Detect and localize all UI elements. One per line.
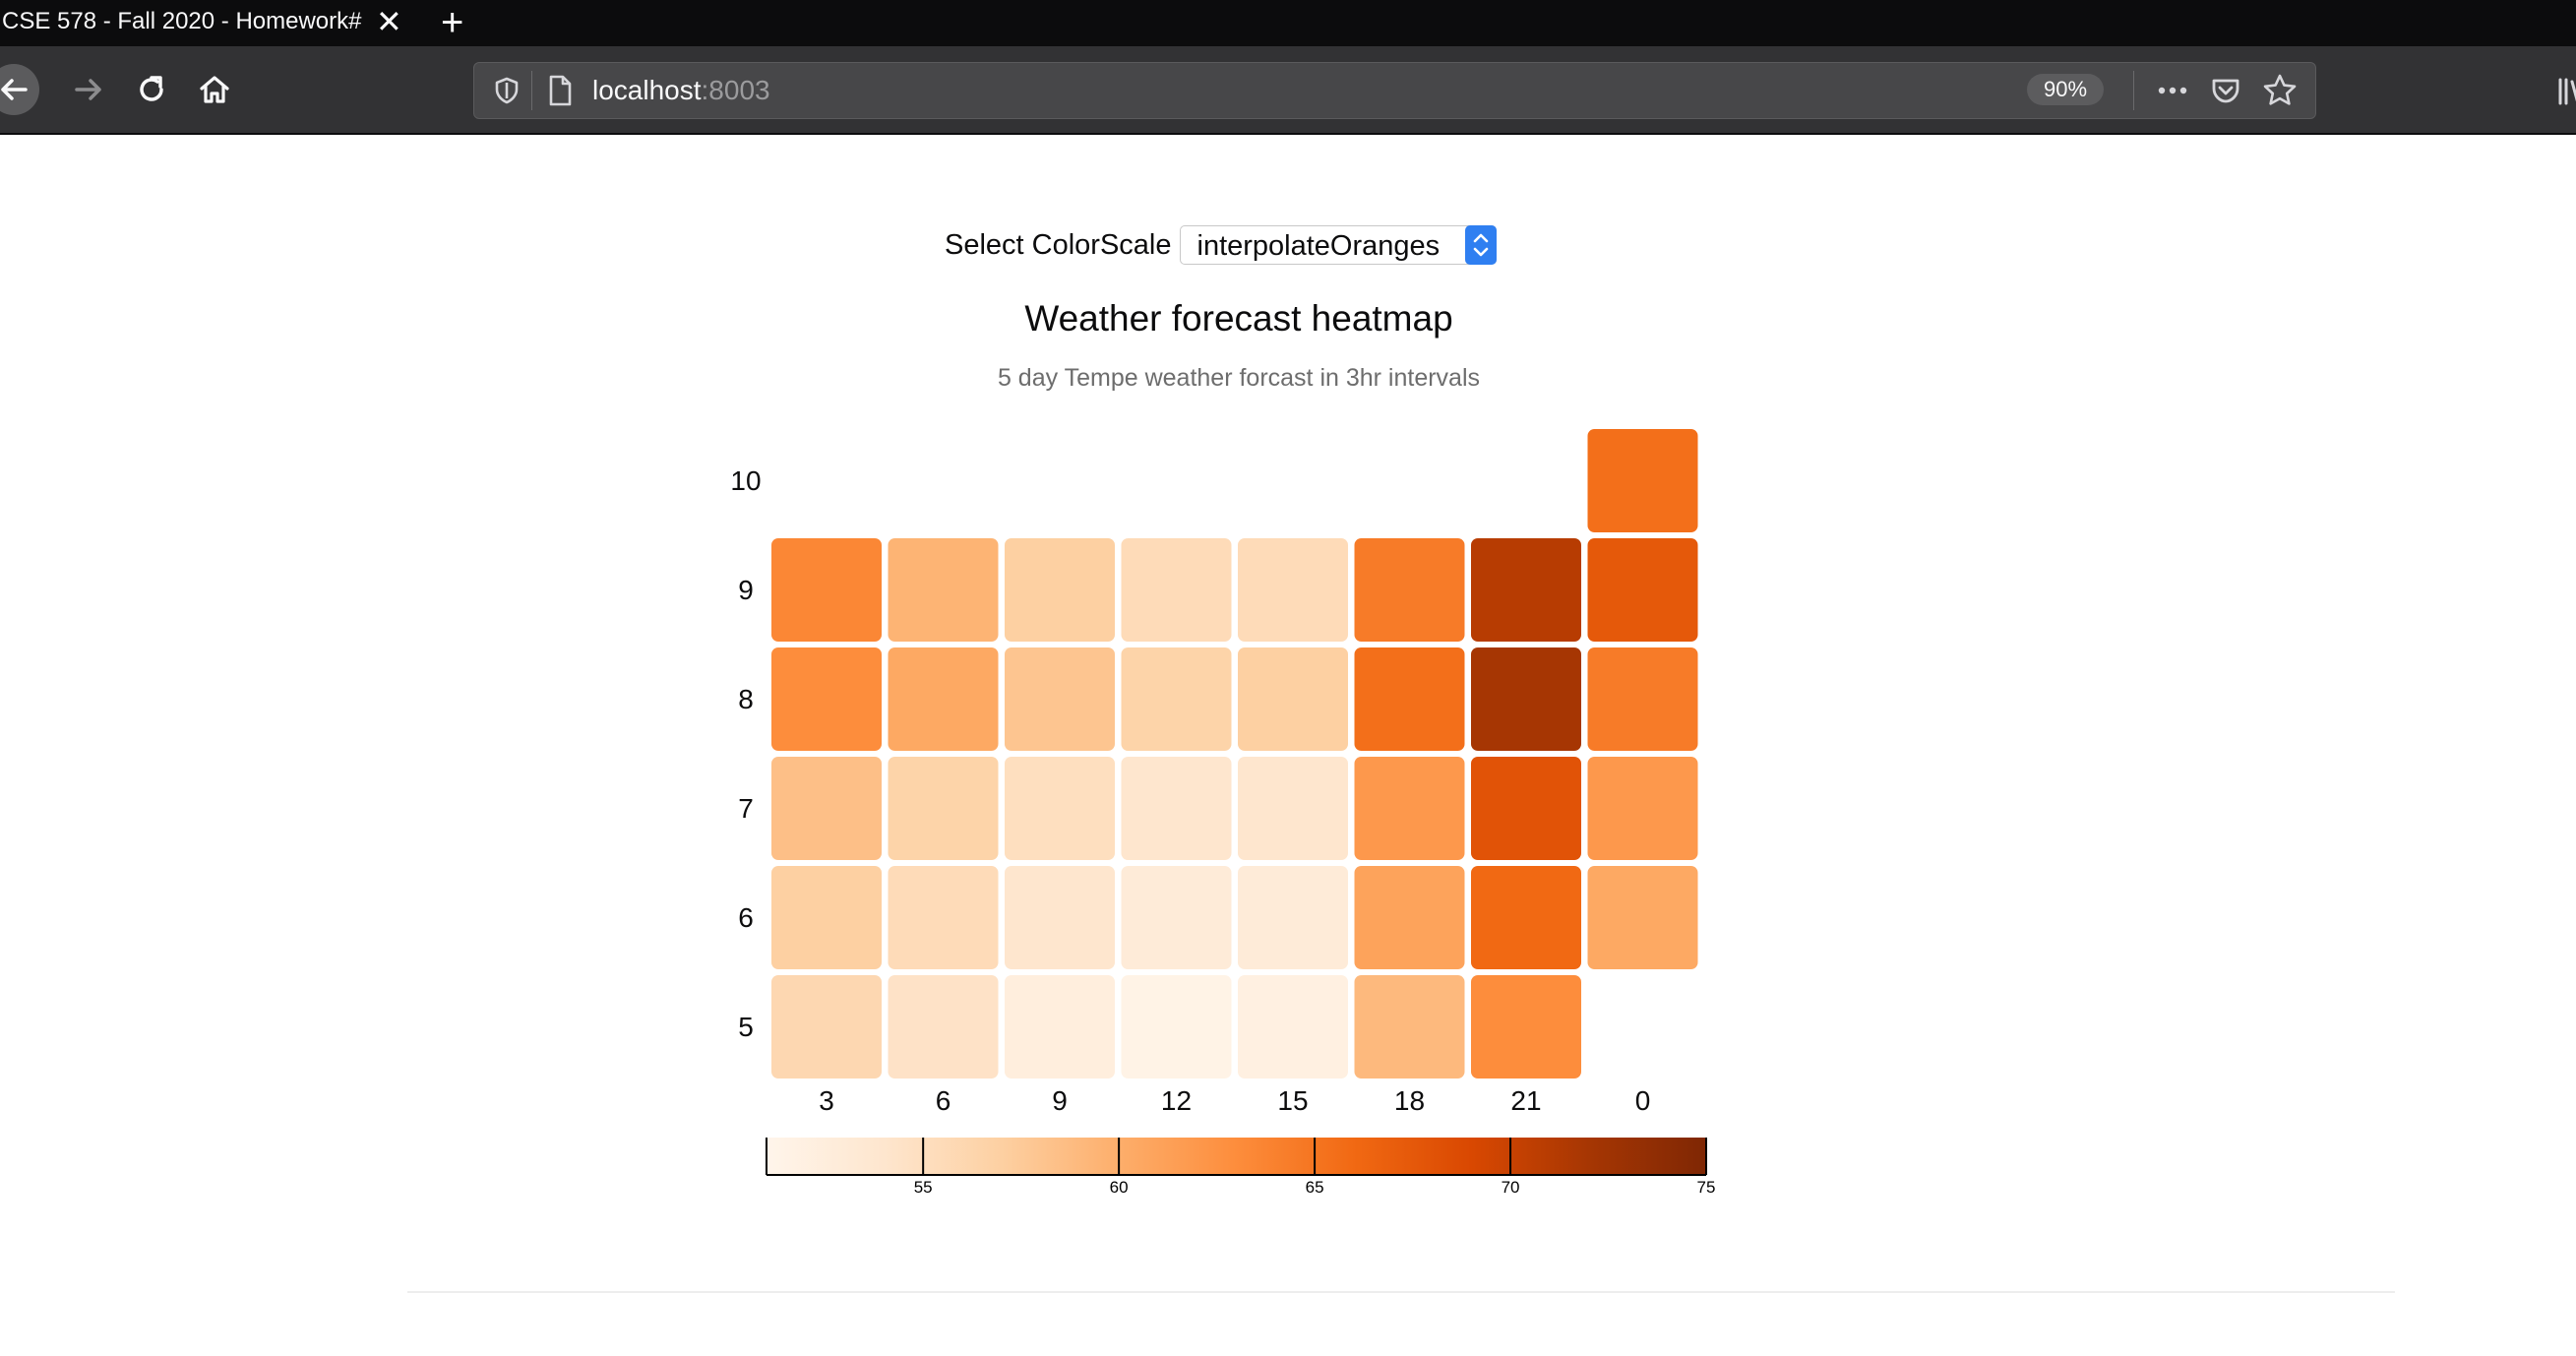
heatmap-cell xyxy=(1121,975,1232,1079)
y-axis-labels: 10 9 8 7 6 5 xyxy=(730,465,761,1042)
y-tick-label: 10 xyxy=(730,465,761,496)
heatmap-cell xyxy=(771,975,882,1079)
heatmap-cell xyxy=(1005,975,1115,1079)
heatmap-cell xyxy=(1005,538,1115,642)
heatmap-cell xyxy=(1587,538,1698,642)
heatmap-cell xyxy=(1471,866,1581,969)
heatmap-cell xyxy=(771,538,882,642)
heatmap-cell xyxy=(1471,757,1581,860)
heatmap-cells xyxy=(771,429,1698,1079)
heatmap-cell xyxy=(1354,757,1465,860)
heatmap-cell xyxy=(771,866,882,969)
heatmap-cell xyxy=(771,757,882,860)
y-tick-label: 5 xyxy=(738,1012,754,1042)
x-tick-label: 3 xyxy=(819,1085,834,1116)
heatmap-cell xyxy=(1238,647,1348,751)
legend-tick-label: 70 xyxy=(1502,1178,1520,1197)
heatmap-cell xyxy=(1587,429,1698,532)
heatmap-cell xyxy=(1354,975,1465,1079)
heatmap-cell xyxy=(1354,647,1465,751)
heatmap-cell xyxy=(888,757,999,860)
y-tick-label: 9 xyxy=(738,575,754,605)
heatmap-cell xyxy=(1354,866,1465,969)
x-axis-labels: 3 6 9 12 15 18 21 0 xyxy=(819,1085,1650,1116)
heatmap-cell xyxy=(1121,647,1232,751)
heatmap-cell xyxy=(1471,538,1581,642)
footer-divider xyxy=(407,1291,2395,1293)
y-tick-label: 6 xyxy=(738,902,754,933)
heatmap-cell xyxy=(1005,866,1115,969)
heatmap-cell xyxy=(1121,538,1232,642)
x-tick-label: 9 xyxy=(1052,1085,1068,1116)
heatmap-cell xyxy=(1587,866,1698,969)
heatmap-cell xyxy=(888,538,999,642)
heatmap-cell xyxy=(1471,975,1581,1079)
heatmap-cell xyxy=(888,975,999,1079)
y-tick-label: 8 xyxy=(738,684,754,714)
legend-tick-label: 75 xyxy=(1697,1178,1716,1197)
heatmap-cell xyxy=(1121,757,1232,860)
legend-tick-label: 60 xyxy=(1110,1178,1129,1197)
y-tick-label: 7 xyxy=(738,793,754,824)
heatmap-cell xyxy=(1471,647,1581,751)
x-tick-label: 15 xyxy=(1277,1085,1308,1116)
heatmap-cell xyxy=(1238,538,1348,642)
x-tick-label: 18 xyxy=(1394,1085,1425,1116)
legend-tick-label: 65 xyxy=(1306,1178,1324,1197)
heatmap-cell xyxy=(1005,647,1115,751)
heatmap-chart: 1098765 3 6 9 12 15 18 21 0 55 60 65 70 75 xyxy=(730,429,1716,1197)
heatmap-cell xyxy=(1238,866,1348,969)
heatmap-cell xyxy=(888,647,999,751)
x-tick-label: 0 xyxy=(1635,1085,1651,1116)
heatmap-cell xyxy=(1354,538,1465,642)
x-tick-label: 21 xyxy=(1510,1085,1541,1116)
legend-gradient-bar xyxy=(767,1138,1706,1175)
heatmap-cell xyxy=(1005,757,1115,860)
legend-tick-label: 55 xyxy=(914,1178,933,1197)
heatmap-cell xyxy=(1121,866,1232,969)
heatmap-cell xyxy=(1587,757,1698,860)
heatmap-cell xyxy=(1587,647,1698,751)
heatmap-cell xyxy=(771,647,882,751)
color-legend: 55 60 65 70 75 xyxy=(766,1138,1716,1197)
heatmap-cell xyxy=(1238,757,1348,860)
x-tick-label: 12 xyxy=(1161,1085,1192,1116)
heatmap-cell xyxy=(1238,975,1348,1079)
x-tick-label: 6 xyxy=(936,1085,951,1116)
heatmap-cell xyxy=(888,866,999,969)
